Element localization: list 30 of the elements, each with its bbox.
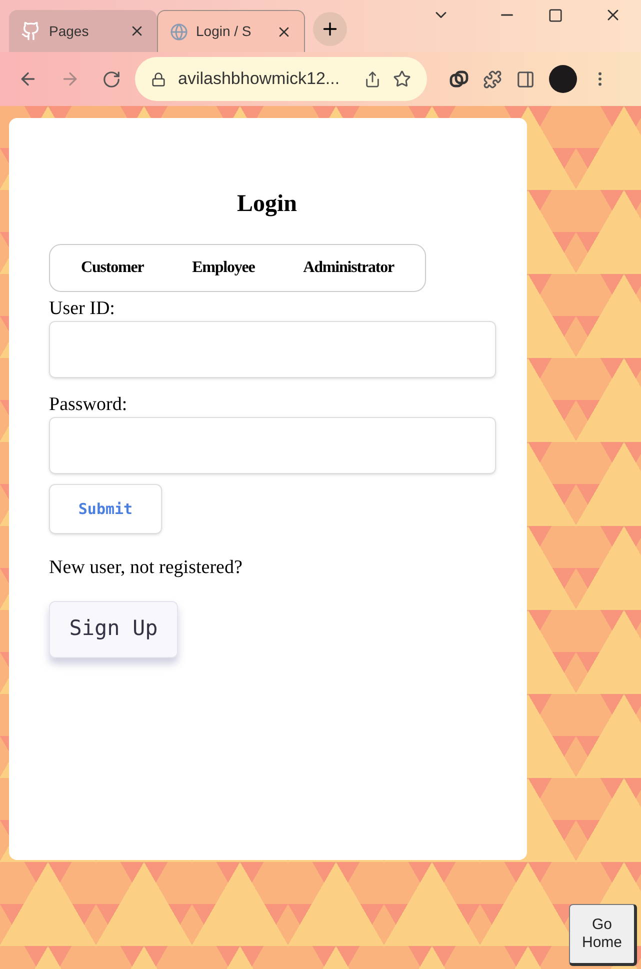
role-tab[interactable]: Administrator [303,256,394,280]
maximize-icon[interactable] [548,8,563,23]
reload-icon[interactable] [102,70,121,88]
address-text: avilashbhowmick12... [178,68,341,90]
profile-avatar[interactable] [549,65,577,93]
role-tab[interactable]: Employee [192,256,255,280]
link-icon[interactable] [449,69,469,89]
browser-tab[interactable]: Pages [9,10,157,52]
field-label: User ID: [49,298,116,320]
share-icon[interactable] [364,70,381,88]
extensions-icon[interactable] [483,70,502,88]
new-tab-button[interactable] [313,12,347,46]
sign-up-button[interactable]: Sign Up [49,600,178,658]
github-icon [21,21,41,41]
lock-icon [151,72,166,86]
go-home-button[interactable]: Go Home [569,904,637,966]
field-label: Password: [49,394,128,416]
side-panel-icon[interactable] [516,70,535,88]
star-icon[interactable] [393,70,411,88]
input-field[interactable] [49,321,496,378]
role-tab[interactable]: Customer [81,256,144,280]
new-user-prompt: New user, not registered? [49,556,244,580]
tab-title: Login / S [196,22,252,41]
address-bar[interactable]: avilashbhowmick12... [135,57,427,101]
submit-button[interactable]: Submit [49,484,162,534]
input-field[interactable] [49,417,496,474]
browser-tab[interactable]: Login / S [157,10,305,52]
tab-title: Pages [49,22,90,41]
globe-icon [170,22,188,40]
login-title: Login [236,190,298,219]
